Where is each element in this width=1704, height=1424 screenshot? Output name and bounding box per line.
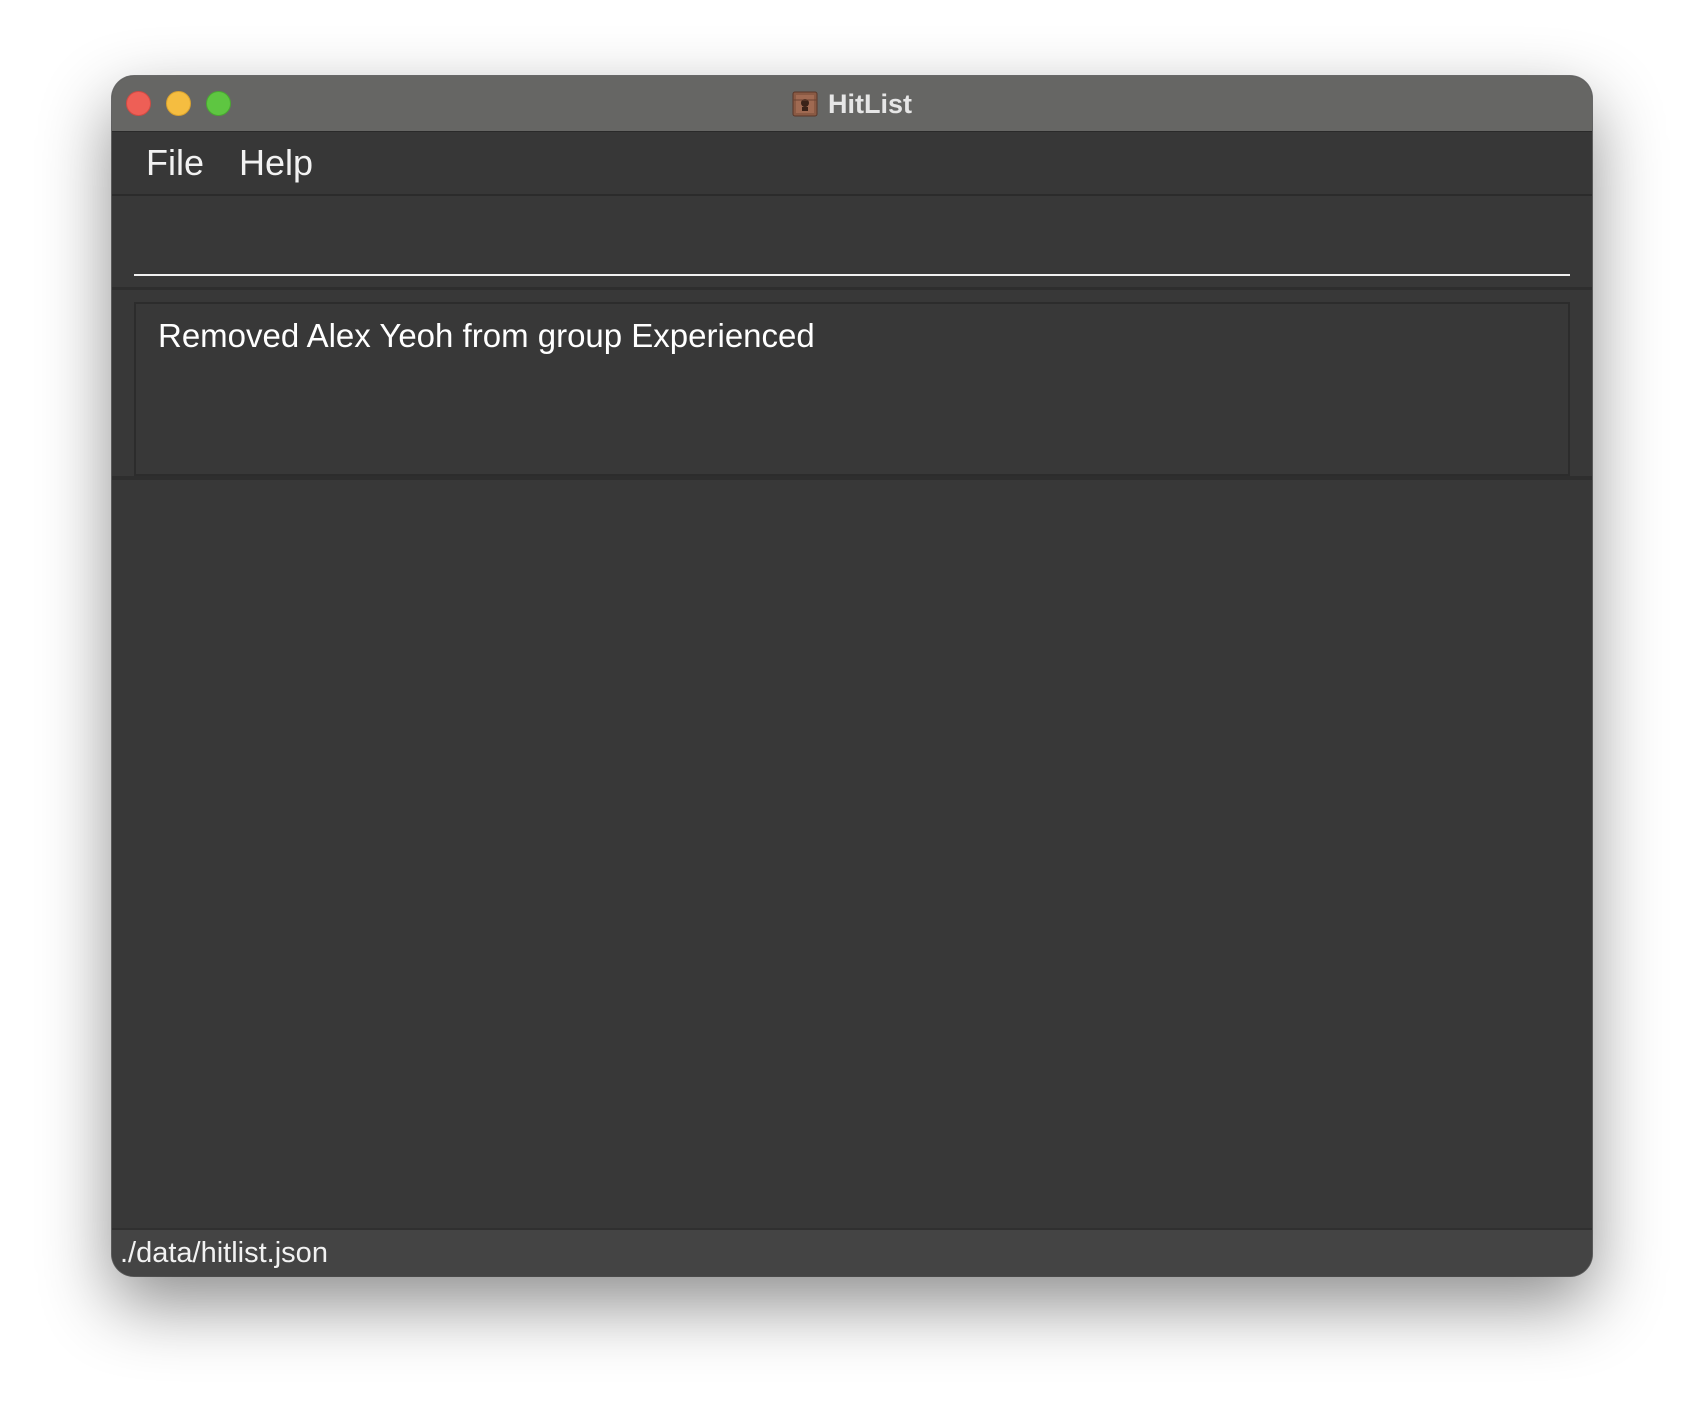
title-group: HitList: [112, 76, 1592, 132]
result-display: Removed Alex Yeoh from group Experienced: [134, 302, 1570, 476]
status-bar: ./data/hitlist.json: [112, 1228, 1592, 1276]
app-window: HitList File Help Removed Alex Yeoh from…: [112, 76, 1592, 1276]
status-file-path: ./data/hitlist.json: [120, 1237, 328, 1269]
result-display-container: Removed Alex Yeoh from group Experienced: [112, 290, 1592, 480]
title-bar[interactable]: HitList: [112, 76, 1592, 132]
menu-bar: File Help: [112, 132, 1592, 196]
command-box-container: [112, 196, 1592, 290]
window-title: HitList: [828, 88, 912, 119]
menu-help[interactable]: Help: [239, 142, 313, 184]
command-input[interactable]: [134, 214, 1570, 276]
person-list-panel[interactable]: [112, 480, 1592, 1228]
result-message: Removed Alex Yeoh from group Experienced: [158, 317, 815, 354]
hitlist-app-icon: [792, 91, 818, 117]
menu-file[interactable]: File: [146, 142, 204, 184]
